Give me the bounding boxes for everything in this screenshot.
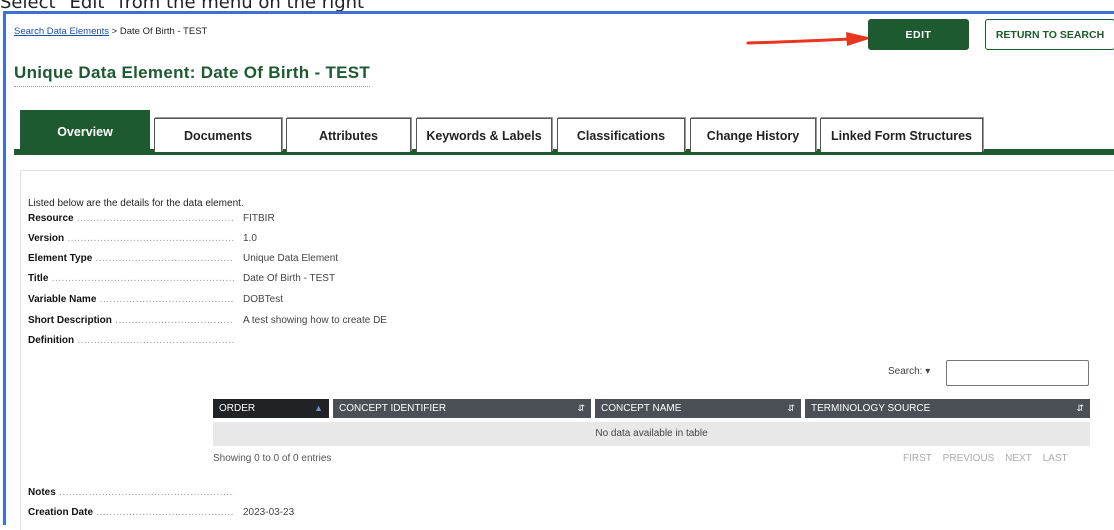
search-label-text: Search: xyxy=(888,366,923,377)
pager-next-link[interactable]: NEXT xyxy=(1005,453,1032,464)
field-label: Element Type xyxy=(28,253,234,264)
field-short-description: Short Description A test showing how to … xyxy=(28,315,508,329)
column-header-order[interactable]: ORDER ▲ xyxy=(213,399,329,418)
sort-icon: ⇵ xyxy=(1076,403,1084,413)
field-label: Resource xyxy=(28,213,234,224)
pager-last-link[interactable]: LAST xyxy=(1043,453,1068,464)
field-value: Date Of Birth - TEST xyxy=(243,273,336,284)
field-value: FITBIR xyxy=(243,213,275,224)
field-label: Title xyxy=(28,273,234,284)
field-notes: Notes xyxy=(28,487,508,501)
tab-bar: Overview Documents Attributes Keywords &… xyxy=(14,107,1114,155)
table-entries-info: Showing 0 to 0 of 0 entries xyxy=(213,453,332,464)
breadcrumb-current: Date Of Birth - TEST xyxy=(119,26,208,37)
return-to-search-button[interactable]: RETURN TO SEARCH xyxy=(985,19,1114,50)
field-label: Definition xyxy=(28,335,234,346)
field-resource: Resource FITBIR xyxy=(28,213,508,227)
field-creation-date: Creation Date 2023-03-23 xyxy=(28,507,508,521)
column-header-concept-name[interactable]: CONCEPT NAME ⇵ xyxy=(595,399,801,418)
red-arrow-icon xyxy=(746,32,872,46)
tab-keywords-labels[interactable]: Keywords & Labels xyxy=(416,118,552,152)
field-value: Unique Data Element xyxy=(243,253,339,264)
breadcrumb: Search Data Elements > Date Of Birth - T… xyxy=(14,26,207,37)
column-header-concept-identifier[interactable]: CONCEPT IDENTIFIER ⇵ xyxy=(333,399,591,418)
table-empty-row: No data available in table xyxy=(213,422,1090,446)
column-header-label: CONCEPT IDENTIFIER xyxy=(339,403,447,414)
field-label: Variable Name xyxy=(28,294,234,305)
field-label: Notes xyxy=(28,487,234,498)
field-label: Version xyxy=(28,233,234,244)
breadcrumb-separator: > xyxy=(109,26,120,37)
column-header-label: ORDER xyxy=(219,403,256,414)
caret-down-icon[interactable]: ▾ xyxy=(925,366,930,377)
search-label: Search: ▾ xyxy=(888,366,930,377)
field-value: A test showing how to create DE xyxy=(243,315,387,326)
table-pager: FIRST PREVIOUS NEXT LAST xyxy=(903,453,1074,464)
table-header: ORDER ▲ CONCEPT IDENTIFIER ⇵ CONCEPT NAM… xyxy=(213,399,1090,418)
field-element-type: Element Type Unique Data Element xyxy=(28,253,508,267)
tab-classifications[interactable]: Classifications xyxy=(557,118,685,152)
tab-attributes[interactable]: Attributes xyxy=(286,118,411,152)
sort-icon: ⇵ xyxy=(787,403,795,413)
field-version: Version 1.0 xyxy=(28,233,508,247)
field-title: Title Date Of Birth - TEST xyxy=(28,273,508,287)
field-label: Creation Date xyxy=(28,507,234,518)
pager-first-link[interactable]: FIRST xyxy=(903,453,932,464)
field-label: Short Description xyxy=(28,315,234,326)
column-header-label: CONCEPT NAME xyxy=(601,403,682,414)
field-value: DOBTest xyxy=(243,294,284,305)
pager-previous-link[interactable]: PREVIOUS xyxy=(943,453,995,464)
field-value: 1.0 xyxy=(243,233,257,244)
breadcrumb-link-search-data-elements[interactable]: Search Data Elements xyxy=(14,26,109,37)
field-definition: Definition xyxy=(28,335,508,349)
tab-documents[interactable]: Documents xyxy=(154,118,282,152)
field-variable-name: Variable Name DOBTest xyxy=(28,294,508,308)
field-value: 2023-03-23 xyxy=(243,507,295,518)
edit-button[interactable]: EDIT xyxy=(868,19,969,50)
tab-overview[interactable]: Overview xyxy=(20,110,150,152)
intro-text: Listed below are the details for the dat… xyxy=(28,198,244,209)
sort-ascending-icon: ▲ xyxy=(314,403,323,413)
table-search-input[interactable] xyxy=(946,360,1089,386)
column-header-label: TERMINOLOGY SOURCE xyxy=(811,403,931,414)
tab-change-history[interactable]: Change History xyxy=(690,118,816,152)
sort-icon: ⇵ xyxy=(577,403,585,413)
page-title: Unique Data Element: Date Of Birth - TES… xyxy=(14,63,371,87)
column-header-terminology-source[interactable]: TERMINOLOGY SOURCE ⇵ xyxy=(805,399,1090,418)
tab-linked-form-structures[interactable]: Linked Form Structures xyxy=(820,118,983,152)
